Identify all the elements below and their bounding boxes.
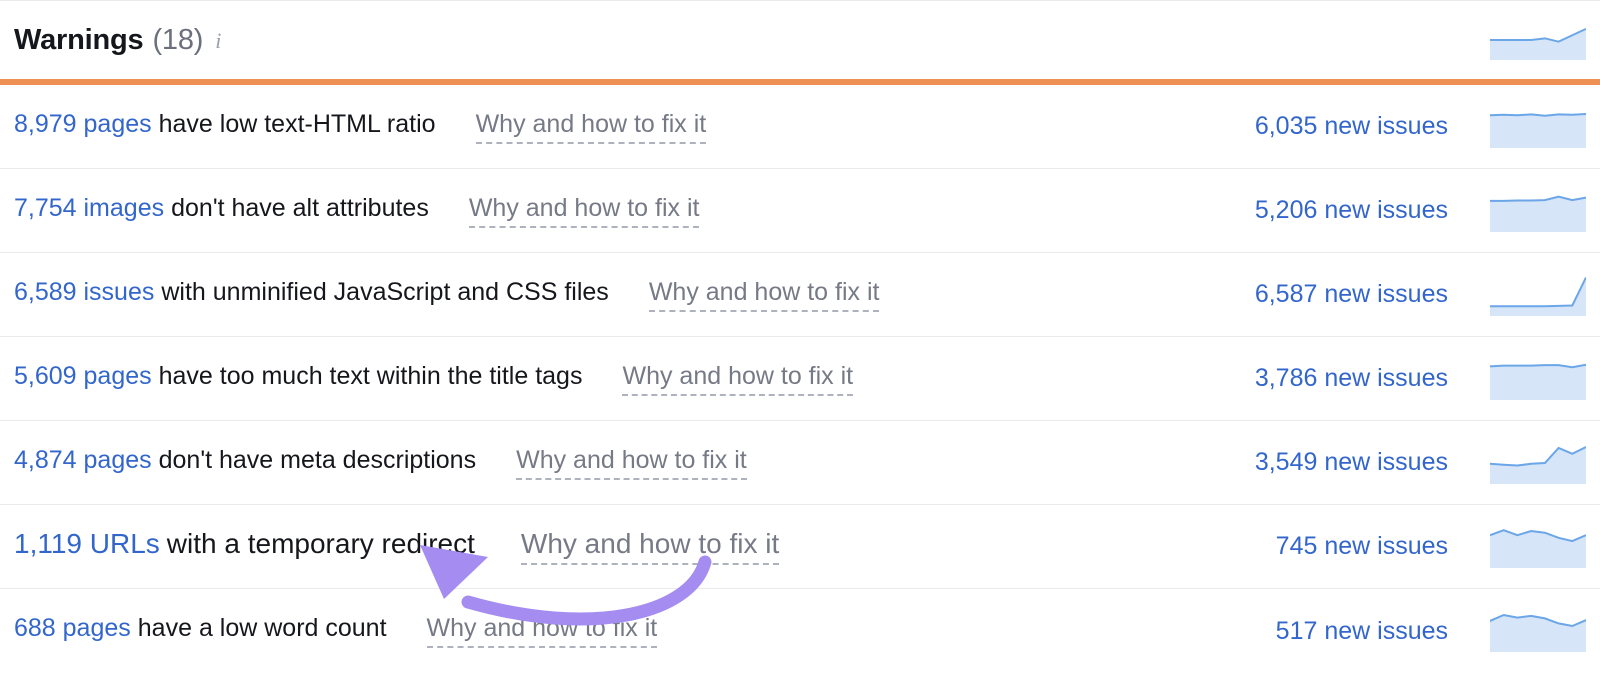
why-and-how-to-fix-it-link[interactable]: Why and how to fix it [648, 279, 880, 312]
issue-row-metrics: 5,206 new issues [1255, 190, 1586, 232]
issue-count-link[interactable]: 4,874 pages [14, 446, 152, 475]
issue-row-text: 1,119 URLs with a temporary redirect Why… [14, 528, 1252, 565]
issue-list: 8,979 pages have low text-HTML ratio Why… [0, 85, 1600, 673]
issue-row-metrics: 517 new issues [1276, 610, 1586, 652]
issue-row-metrics: 6,035 new issues [1255, 106, 1586, 148]
issue-sparkline-fill [1490, 615, 1586, 652]
issue-sparkline-line [1490, 112, 1586, 117]
why-and-how-to-fix-it-link[interactable]: Why and how to fix it [468, 195, 700, 228]
info-icon[interactable]: i [215, 29, 221, 52]
issue-count-link[interactable]: 7,754 images [14, 194, 164, 223]
issue-description: don't have alt attributes [171, 193, 429, 222]
issue-sparkline [1490, 528, 1586, 568]
page-title: Warnings [14, 23, 144, 56]
issue-description: have a low word count [137, 614, 387, 642]
why-and-how-to-fix-it-link[interactable]: Why and how to fix it [622, 363, 854, 396]
issue-description: have too much text within the title tags [158, 361, 583, 390]
issue-description: have low text-HTML ratio [158, 109, 436, 138]
new-issues-link[interactable]: 6,587 new issues [1255, 280, 1448, 309]
issue-sparkline [1490, 445, 1586, 484]
issue-row[interactable]: 5,609 pages have too much text within th… [0, 337, 1600, 421]
warnings-count: (18) [152, 23, 204, 56]
issue-sparkline-fill [1490, 364, 1586, 400]
issue-description: with unminified JavaScript and CSS files [161, 277, 609, 306]
new-issues-link[interactable]: 517 new issues [1276, 617, 1448, 646]
why-and-how-to-fix-it-link[interactable]: Why and how to fix it [516, 447, 747, 480]
issue-count-link[interactable]: 5,609 pages [14, 362, 152, 391]
why-and-how-to-fix-it-link[interactable]: Why and how to fix it [475, 111, 707, 144]
header-sparkline-fill [1490, 28, 1586, 60]
issue-row[interactable]: 7,754 images don't have alt attributes W… [0, 169, 1600, 253]
issue-count-link[interactable]: 8,979 pages [14, 110, 152, 139]
new-issues-link[interactable]: 3,549 new issues [1255, 448, 1448, 477]
issue-row[interactable]: 4,874 pages don't have meta descriptions… [0, 421, 1600, 505]
issue-sparkline-line [1490, 276, 1586, 307]
new-issues-link[interactable]: 6,035 new issues [1255, 112, 1448, 141]
issue-row[interactable]: 8,979 pages have low text-HTML ratio Why… [0, 85, 1600, 169]
panel-header-left: Warnings (18) i [14, 24, 221, 57]
new-issues-link[interactable]: 5,206 new issues [1255, 196, 1448, 225]
why-and-how-to-fix-it-link[interactable]: Why and how to fix it [520, 530, 780, 565]
issue-sparkline-fill [1490, 196, 1586, 232]
issue-sparkline-fill [1490, 113, 1586, 148]
issue-description: don't have meta descriptions [158, 445, 477, 474]
issue-row-metrics: 3,786 new issues [1255, 358, 1586, 400]
issue-sparkline [1490, 195, 1586, 232]
issue-row-temporary-redirect[interactable]: 1,119 URLs with a temporary redirect Why… [0, 505, 1600, 589]
issue-row-text: 7,754 images don't have alt attributes W… [14, 194, 1231, 228]
why-and-how-to-fix-it-link[interactable]: Why and how to fix it [426, 616, 658, 648]
issue-row-text: 5,609 pages have too much text within th… [14, 362, 1231, 396]
issue-sparkline [1490, 363, 1586, 400]
warnings-panel: Warnings (18) i 8,979 pages have low tex… [0, 0, 1600, 680]
issue-row[interactable]: 688 pages have a low word count Why and … [0, 589, 1600, 673]
issue-row-text: 688 pages have a low word count Why and … [14, 614, 1252, 648]
issue-row-metrics: 3,549 new issues [1255, 442, 1586, 484]
issue-sparkline-fill [1490, 276, 1586, 316]
issue-count-link[interactable]: 6,589 issues [14, 278, 154, 307]
issue-row-text: 4,874 pages don't have meta descriptions… [14, 446, 1231, 480]
issue-row-text: 6,589 issues with unminified JavaScript … [14, 278, 1231, 312]
header-sparkline [1490, 28, 1586, 60]
issue-row-text: 8,979 pages have low text-HTML ratio Why… [14, 110, 1231, 144]
issue-row[interactable]: 6,589 issues with unminified JavaScript … [0, 253, 1600, 337]
issue-count-link[interactable]: 688 pages [14, 614, 131, 643]
issue-sparkline-fill [1490, 529, 1586, 568]
issue-sparkline [1490, 112, 1586, 148]
panel-header: Warnings (18) i [0, 1, 1600, 79]
issue-row-metrics: 745 new issues [1276, 526, 1586, 568]
issue-count-link[interactable]: 1,119 URLs [14, 528, 160, 560]
issue-sparkline [1490, 613, 1586, 652]
issue-sparkline-line [1490, 195, 1586, 202]
issue-sparkline [1490, 276, 1586, 316]
issue-description: with a temporary redirect [166, 528, 475, 559]
new-issues-link[interactable]: 3,786 new issues [1255, 364, 1448, 393]
issue-row-metrics: 6,587 new issues [1255, 274, 1586, 316]
new-issues-link[interactable]: 745 new issues [1276, 532, 1448, 561]
